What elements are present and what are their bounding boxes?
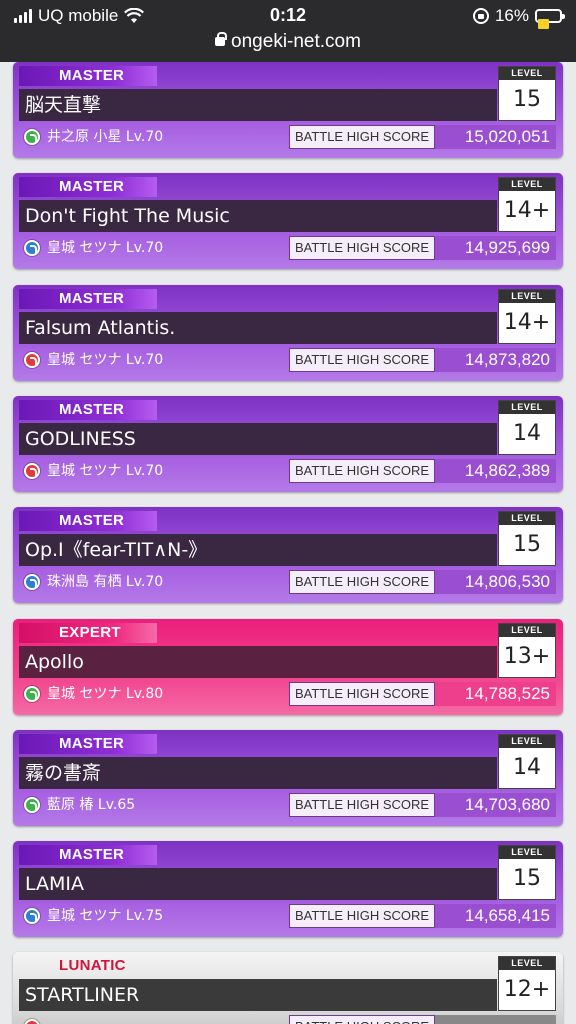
- battle-high-score-label: BATTLE HIGH SCORE: [289, 1015, 435, 1024]
- battle-high-score-label: BATTLE HIGH SCORE: [289, 125, 435, 149]
- battle-high-score-label: BATTLE HIGH SCORE: [289, 348, 435, 372]
- address-bar[interactable]: ongeki-net.com: [0, 31, 576, 53]
- difficulty-tag: MASTER: [19, 289, 157, 309]
- score-card[interactable]: MASTER Don't Fight The Music LEVEL 14+ 皇…: [13, 173, 563, 269]
- level-box: LEVEL 14: [498, 734, 556, 789]
- score-card[interactable]: MASTER LAMIA LEVEL 15 皇城 セツナ Lv.75 BATTL…: [13, 841, 563, 937]
- difficulty-tag: MASTER: [19, 177, 157, 197]
- character-name: 藍原 椿 Lv.65: [47, 797, 136, 813]
- difficulty-tag: MASTER: [19, 66, 157, 86]
- level-box: LEVEL 15: [498, 511, 556, 566]
- level-box: LEVEL 14: [498, 400, 556, 455]
- song-title: GODLINESS: [19, 423, 497, 455]
- character-name: 皇城 セツナ Lv.70: [47, 240, 164, 256]
- song-title: STARTLINER: [19, 979, 497, 1011]
- battle-high-score-value: 14,873,820: [435, 348, 556, 372]
- level-value: 14: [513, 421, 541, 446]
- score-card[interactable]: MASTER GODLINESS LEVEL 14 皇城 セツナ Lv.70 B…: [13, 396, 563, 492]
- level-value: 15: [513, 866, 541, 891]
- song-title: Apollo: [19, 646, 497, 678]
- level-box: LEVEL 14+: [498, 289, 556, 344]
- level-box: LEVEL 13+: [498, 623, 556, 678]
- level-label: LEVEL: [499, 401, 555, 414]
- red-character-icon: [24, 352, 40, 368]
- song-title: Op.I《fear-TIT∧N-》: [19, 534, 497, 566]
- battle-high-score-value: 14,703,680: [435, 793, 556, 817]
- level-box: LEVEL 15: [498, 66, 556, 121]
- battle-high-score-value: 14,925,699: [435, 236, 556, 260]
- blue-character-icon: [24, 908, 40, 924]
- battle-high-score-value: 14,788,525: [435, 682, 556, 706]
- level-value: 12+: [503, 977, 551, 1002]
- difficulty-tag: MASTER: [19, 734, 157, 754]
- level-box: LEVEL 12+: [498, 956, 556, 1011]
- blue-character-icon: [24, 240, 40, 256]
- green-character-icon: [24, 797, 40, 813]
- level-value: 14+: [503, 198, 551, 223]
- song-title: 霧の書斎: [19, 757, 497, 789]
- song-title: LAMIA: [19, 868, 497, 900]
- level-label: LEVEL: [499, 735, 555, 748]
- red-character-icon: [24, 1019, 40, 1024]
- blue-character-icon: [24, 574, 40, 590]
- level-value: 15: [513, 532, 541, 557]
- battle-high-score-value: 14,862,389: [435, 459, 556, 483]
- level-label: LEVEL: [499, 624, 555, 637]
- level-value: 13+: [503, 644, 551, 669]
- level-box: LEVEL 15: [498, 845, 556, 900]
- score-card[interactable]: MASTER Op.I《fear-TIT∧N-》 LEVEL 15 珠洲島 有栖…: [13, 507, 563, 603]
- status-bar: UQ mobile 0:12 16% ⚡ ongeki-net.com: [0, 0, 576, 62]
- url-text: ongeki-net.com: [231, 31, 361, 52]
- character-name: 珠洲島 有栖 Lv.70: [47, 574, 164, 590]
- character-name: 井之原 小星 Lv.70: [47, 129, 164, 145]
- score-list[interactable]: MASTER 脳天直撃 LEVEL 15 井之原 小星 Lv.70 BATTLE…: [0, 62, 576, 1024]
- battle-high-score-value: 14,806,530: [435, 570, 556, 594]
- level-label: LEVEL: [499, 512, 555, 525]
- song-title: 脳天直撃: [19, 89, 497, 121]
- song-title: Falsum Atlantis.: [19, 312, 497, 344]
- level-value: 14+: [503, 310, 551, 335]
- difficulty-tag: LUNATIC: [59, 957, 126, 974]
- battle-high-score-label: BATTLE HIGH SCORE: [289, 904, 435, 928]
- rotation-lock-icon: [472, 8, 489, 24]
- score-card[interactable]: MASTER Falsum Atlantis. LEVEL 14+ 皇城 セツナ…: [13, 285, 563, 381]
- score-card[interactable]: EXPERT Apollo LEVEL 13+ 皇城 セツナ Lv.80 BAT…: [13, 619, 563, 715]
- level-label: LEVEL: [499, 957, 555, 970]
- battle-high-score-value: 15,020,051: [435, 125, 556, 149]
- battle-high-score-label: BATTLE HIGH SCORE: [289, 459, 435, 483]
- score-card[interactable]: MASTER 脳天直撃 LEVEL 15 井之原 小星 Lv.70 BATTLE…: [13, 62, 563, 158]
- character-name: 皇城 セツナ Lv.80: [47, 686, 164, 702]
- level-label: LEVEL: [499, 846, 555, 859]
- battle-high-score-label: BATTLE HIGH SCORE: [289, 236, 435, 260]
- battle-high-score-label: BATTLE HIGH SCORE: [289, 682, 435, 706]
- battle-high-score-value: [435, 1015, 556, 1024]
- difficulty-tag: MASTER: [19, 845, 157, 865]
- score-card[interactable]: MASTER 霧の書斎 LEVEL 14 藍原 椿 Lv.65 BATTLE H…: [13, 730, 563, 826]
- battery-percent: 16%: [494, 6, 529, 25]
- song-title: Don't Fight The Music: [19, 200, 497, 232]
- red-character-icon: [24, 463, 40, 479]
- battery-icon: ⚡: [535, 9, 565, 29]
- battle-high-score-label: BATTLE HIGH SCORE: [289, 570, 435, 594]
- green-character-icon: [24, 686, 40, 702]
- character-name: 皇城 セツナ Lv.75: [47, 908, 164, 924]
- difficulty-tag: MASTER: [19, 511, 157, 531]
- level-label: LEVEL: [499, 178, 555, 191]
- score-card[interactable]: LUNATIC STARTLINER LEVEL 12+ BATTLE HIGH…: [13, 952, 563, 1024]
- level-value: 14: [513, 755, 541, 780]
- battle-high-score-label: BATTLE HIGH SCORE: [289, 793, 435, 817]
- lock-icon: [215, 32, 228, 46]
- level-label: LEVEL: [499, 67, 555, 80]
- level-label: LEVEL: [499, 290, 555, 303]
- difficulty-tag: MASTER: [19, 400, 157, 420]
- status-right: 16% ⚡: [472, 6, 565, 29]
- difficulty-tag: EXPERT: [19, 623, 157, 643]
- character-name: 皇城 セツナ Lv.70: [47, 352, 164, 368]
- character-name: 皇城 セツナ Lv.70: [47, 463, 164, 479]
- level-box: LEVEL 14+: [498, 177, 556, 232]
- green-character-icon: [24, 129, 40, 145]
- level-value: 15: [513, 87, 541, 112]
- battle-high-score-value: 14,658,415: [435, 904, 556, 928]
